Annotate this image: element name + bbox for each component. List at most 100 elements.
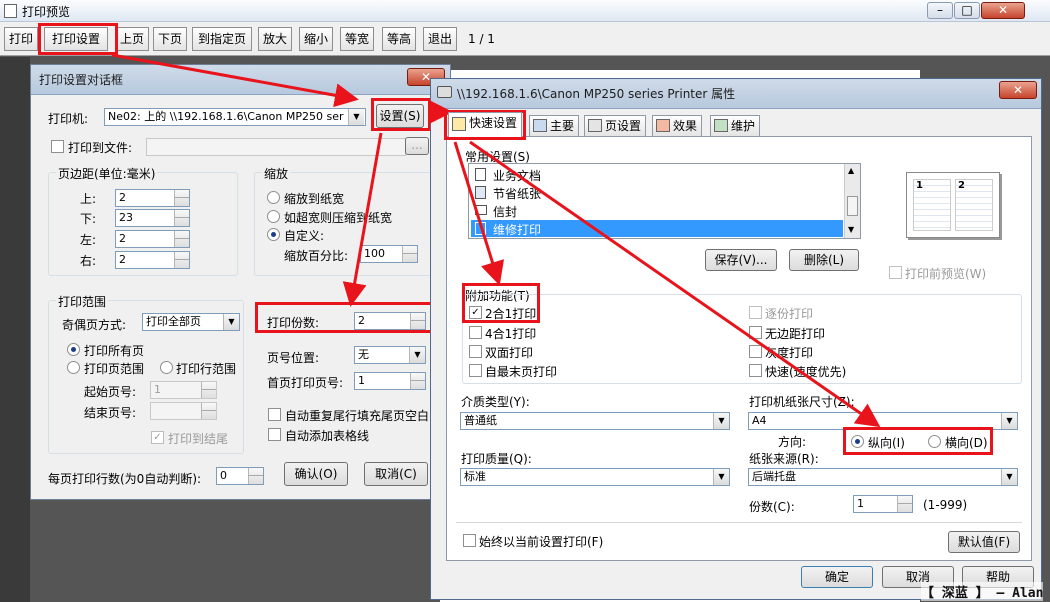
margin-bottom-spinner[interactable] — [174, 210, 189, 226]
reverse-order-label: 自最末页打印 — [485, 365, 558, 379]
printer-properties-title: \\192.168.1.6\Canon MP250 series Printer… — [457, 87, 736, 101]
tab-page-setup[interactable]: 页设置 — [584, 115, 647, 136]
margin-top-label: 上: — [80, 192, 97, 206]
start-page-spinner[interactable] — [201, 382, 216, 398]
scale-compress-radio[interactable] — [267, 210, 280, 223]
printer-properties-close-button[interactable]: ✕ — [999, 81, 1037, 99]
tab-main-label: 主要 — [550, 119, 575, 133]
app-icon — [4, 4, 17, 18]
chevron-down-icon[interactable]: ▼ — [409, 347, 425, 363]
auto-grid-checkbox[interactable] — [268, 428, 281, 441]
print-setup-cancel-button[interactable]: 取消(C) — [364, 462, 428, 486]
collate-label: 逐份打印 — [765, 307, 814, 321]
toolbar-next-page-button[interactable]: 下页 — [153, 27, 187, 51]
delete-settings-button[interactable]: 删除(L) — [789, 249, 859, 271]
toolbar-fit-width-button[interactable]: 等宽 — [340, 27, 374, 51]
always-current-checkbox[interactable] — [463, 534, 476, 547]
print-setup-ok-button[interactable]: 确认(O) — [284, 462, 348, 486]
scroll-thumb[interactable] — [847, 196, 858, 216]
scale-custom-radio[interactable] — [267, 228, 280, 241]
margin-bottom-label: 下: — [80, 212, 97, 226]
print-to-end-label: 打印到结尾 — [168, 432, 229, 446]
highlight-copies — [255, 302, 433, 333]
chevron-down-icon[interactable]: ▼ — [1001, 469, 1017, 485]
duplex-checkbox[interactable] — [469, 345, 482, 358]
print-to-file-path[interactable] — [146, 138, 406, 156]
margin-top-spinner[interactable] — [174, 190, 189, 206]
minimize-button[interactable]: – — [927, 2, 953, 19]
collate-checkbox[interactable] — [749, 306, 762, 319]
scroll-down-icon[interactable]: ▼ — [848, 225, 854, 234]
reverse-order-checkbox[interactable] — [469, 364, 482, 377]
page-setup-icon — [588, 119, 602, 132]
save-settings-button[interactable]: 保存(V)... — [705, 249, 777, 271]
highlight-orientation — [843, 427, 993, 455]
tab-effects[interactable]: 效果 — [652, 115, 703, 136]
chevron-down-icon[interactable]: ▼ — [1001, 413, 1017, 429]
paper-source-select[interactable]: 后端托盘 — [748, 468, 1018, 486]
preview-before-print-checkbox[interactable] — [889, 266, 902, 279]
list-item-label: 维修打印 — [493, 223, 542, 237]
main-close-button[interactable]: ✕ — [981, 2, 1025, 19]
fast-checkbox[interactable] — [749, 364, 762, 377]
list-scrollbar[interactable]: ▲ ▼ — [844, 164, 860, 238]
tab-page-setup-label: 页设置 — [605, 119, 642, 133]
printer-select[interactable]: Ne02: 上的 \\192.168.1.6\Canon MP250 ser — [104, 108, 366, 126]
list-item[interactable]: 信封 — [471, 202, 843, 219]
defaults-button[interactable]: 默认值(F) — [948, 531, 1020, 553]
margin-right-spinner[interactable] — [174, 252, 189, 268]
rows-per-page-spinner[interactable] — [248, 468, 263, 484]
print-to-file-checkbox[interactable] — [51, 140, 64, 153]
tab-quick-setup[interactable]: 快速设置 — [448, 112, 523, 137]
chevron-down-icon[interactable]: ▼ — [223, 314, 239, 330]
toolbar-print-button[interactable]: 打印 — [4, 27, 38, 51]
range-all-radio[interactable] — [67, 343, 80, 356]
end-page-spinner[interactable] — [201, 403, 216, 419]
maximize-button[interactable]: □ — [954, 2, 980, 19]
save-paper-icon — [475, 186, 486, 199]
rows-per-page-label: 每页打印行数(为0自动判断): — [48, 472, 202, 486]
list-item[interactable]: 业务文档 — [471, 166, 843, 183]
list-item[interactable]: 节省纸张 — [471, 184, 843, 201]
grayscale-checkbox[interactable] — [749, 345, 762, 358]
range-rows-radio[interactable] — [160, 361, 173, 374]
quick-setup-icon — [452, 117, 466, 131]
scale-fit-width-radio[interactable] — [267, 191, 280, 204]
always-current-label: 始终以当前设置打印(F) — [479, 535, 604, 549]
range-rows-label: 打印行范围 — [176, 362, 237, 376]
watermark-text: 【 深蓝 】 — Alan — [921, 582, 1044, 601]
four-in-one-checkbox[interactable] — [469, 326, 482, 339]
print-to-end-checkbox[interactable]: ✓ — [151, 431, 164, 444]
main-titlebar: 打印预览 – □ ✕ — [0, 0, 1050, 22]
scroll-up-icon[interactable]: ▲ — [848, 166, 854, 175]
auto-fill-checkbox[interactable] — [268, 408, 281, 421]
scale-percent-spinner[interactable] — [402, 246, 417, 262]
toolbar-goto-page-button[interactable]: 到指定页 — [192, 27, 252, 51]
chevron-down-icon[interactable]: ▼ — [713, 413, 729, 429]
quality-select[interactable]: 标准 — [460, 468, 730, 486]
chevron-down-icon[interactable]: ▼ — [713, 469, 729, 485]
toolbar-fit-height-button[interactable]: 等高 — [382, 27, 416, 51]
toolbar-prev-page-button[interactable]: 上页 — [115, 27, 149, 51]
toolbar-exit-button[interactable]: 退出 — [423, 27, 457, 51]
range-pages-radio[interactable] — [67, 361, 80, 374]
toolbar-zoom-in-button[interactable]: 放大 — [258, 27, 292, 51]
printer-copies-label: 份数(C): — [749, 500, 795, 514]
tab-main[interactable]: 主要 — [529, 115, 580, 136]
start-page-label: 起始页号: — [84, 385, 137, 399]
orientation-label: 方向: — [778, 435, 807, 449]
media-type-select[interactable]: 普通纸 — [460, 412, 730, 430]
chevron-down-icon[interactable]: ▼ — [348, 109, 364, 125]
list-item-selected[interactable]: 维修打印 — [471, 220, 843, 237]
first-page-num-spinner[interactable] — [410, 373, 425, 389]
print-setup-titlebar: 打印设置对话框 — [31, 65, 450, 95]
tab-maintenance[interactable]: 维护 — [710, 115, 761, 136]
borderless-checkbox[interactable] — [749, 326, 762, 339]
layout-preview-image: 1 2 — [906, 172, 1000, 238]
printer-copies-spinner[interactable] — [897, 496, 912, 512]
printer-ok-button[interactable]: 确定 — [801, 566, 873, 588]
margin-left-spinner[interactable] — [174, 231, 189, 247]
browse-button[interactable]: ... — [405, 137, 429, 155]
first-page-num-label: 首页打印页号: — [267, 376, 344, 390]
toolbar-zoom-out-button[interactable]: 缩小 — [299, 27, 333, 51]
